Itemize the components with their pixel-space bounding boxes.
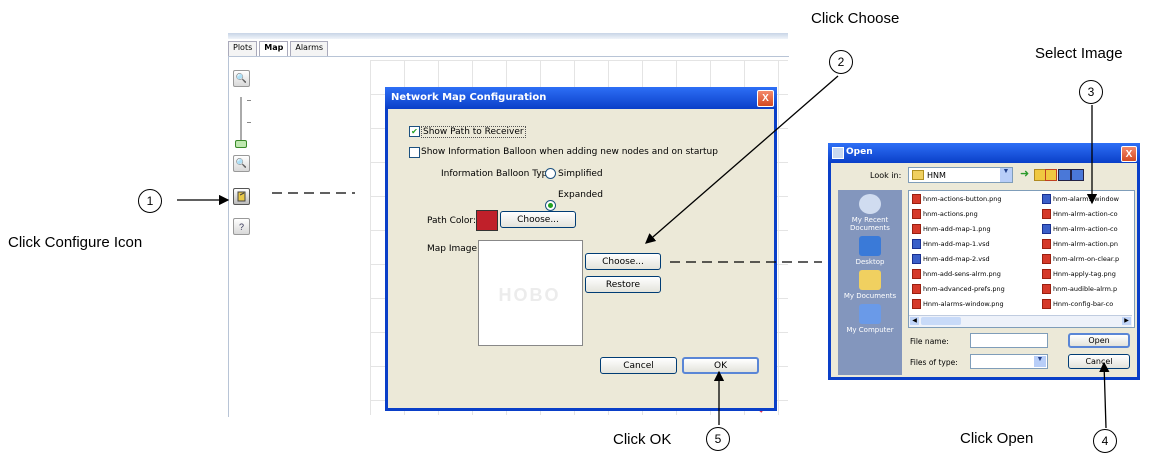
- step-2-marker: 2: [829, 50, 853, 74]
- step-5-label: Click OK: [613, 431, 672, 448]
- step-1-label: Click Configure Icon: [8, 234, 143, 251]
- step-1-marker: 1: [138, 189, 162, 213]
- step-3-label: Select Image: [1035, 45, 1123, 62]
- annotation-arrows: [177, 75, 1110, 429]
- step-5-marker: 5: [706, 427, 730, 451]
- step-4-marker: 4: [1093, 429, 1117, 453]
- step-2-label: Click Choose: [811, 10, 900, 27]
- step-4-label: Click Open: [960, 430, 1034, 447]
- step-3-marker: 3: [1079, 80, 1103, 104]
